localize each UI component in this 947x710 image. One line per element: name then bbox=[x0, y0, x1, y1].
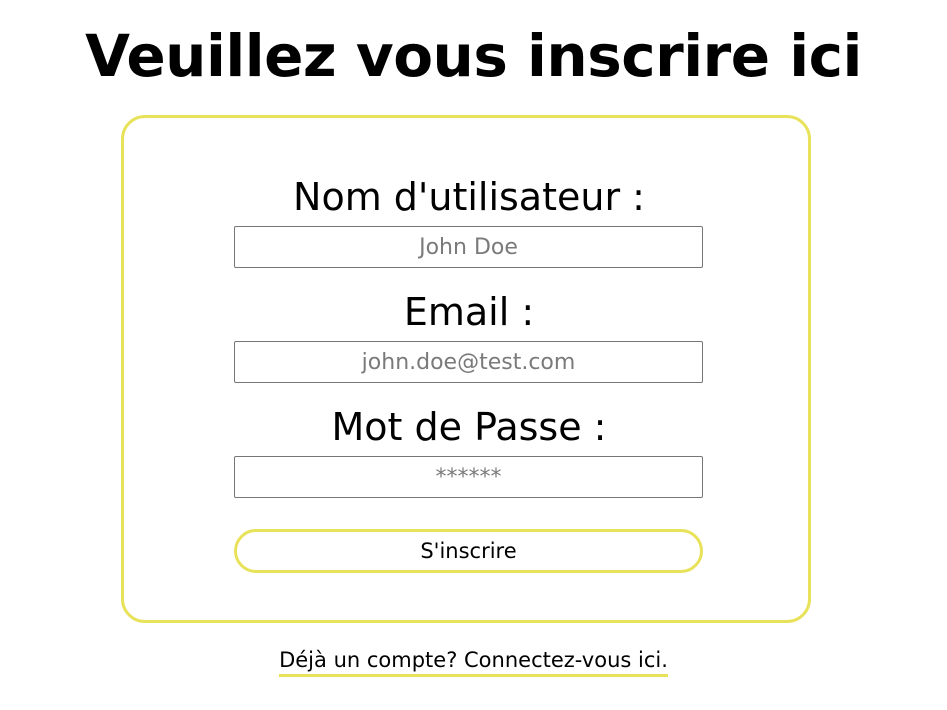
email-label: Email : bbox=[403, 290, 535, 334]
username-input[interactable] bbox=[234, 226, 703, 268]
password-input[interactable] bbox=[234, 456, 703, 498]
password-label: Mot de Passe : bbox=[331, 405, 607, 449]
signup-form: Nom d'utilisateur : Email : Mot de Passe… bbox=[121, 115, 811, 623]
login-link[interactable]: Déjà un compte? Connectez-vous ici. bbox=[279, 648, 668, 677]
login-link-container: Déjà un compte? Connectez-vous ici. bbox=[0, 645, 947, 677]
signup-button[interactable]: S'inscrire bbox=[234, 529, 703, 573]
username-label: Nom d'utilisateur : bbox=[293, 175, 645, 219]
page-title: Veuillez vous inscrire ici bbox=[85, 22, 862, 90]
email-input[interactable] bbox=[234, 341, 703, 383]
